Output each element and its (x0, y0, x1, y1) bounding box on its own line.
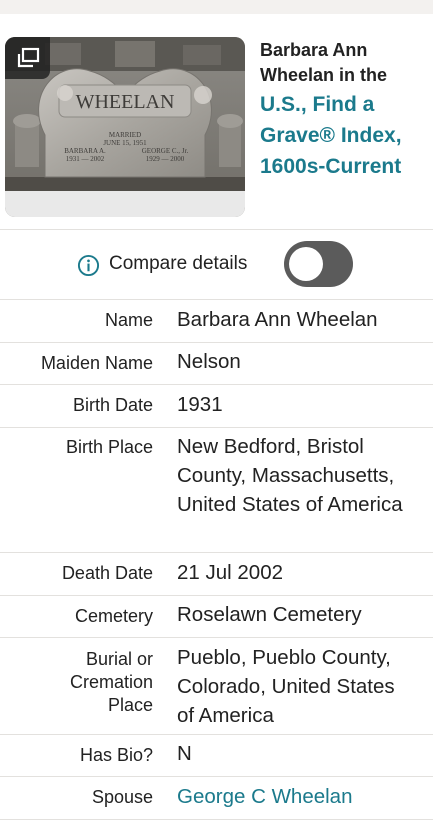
top-bar (0, 0, 433, 14)
detail-row-name: Name Barbara Ann Wheelan (0, 300, 433, 343)
detail-value: Nelson (177, 350, 241, 373)
detail-label: Birth Date (72, 395, 153, 415)
compare-details-toggle[interactable] (284, 241, 353, 287)
headstone-surname: WHEELAN (76, 91, 175, 113)
detail-label: Maiden Name (40, 353, 153, 373)
detail-value: Roselawn Cemetery (177, 603, 362, 626)
compare-details-label: Compare details (109, 253, 248, 274)
detail-value: 21 Jul 2002 (177, 561, 284, 584)
detail-row-birth-date: Birth Date 1931 (0, 385, 433, 428)
detail-value: 1931 (177, 393, 223, 416)
detail-label: Birth Place (65, 437, 153, 457)
detail-row-spouse: Spouse George C Wheelan (0, 777, 433, 820)
detail-row-cemetery: Cemetery Roselawn Cemetery (0, 596, 433, 638)
detail-value: New Bedford, Bristol County, Massachuset… (177, 435, 403, 516)
detail-row-has-bio: Has Bio? N (0, 735, 433, 777)
detail-label: Burial or Cremation Place (69, 649, 153, 715)
detail-value: Pueblo, Pueblo County, Colorado, United … (177, 646, 395, 727)
spouse-link[interactable]: George C Wheelan (177, 782, 417, 811)
detail-row-maiden-name: Maiden Name Nelson (0, 343, 433, 385)
compare-details-bar: Compare details (0, 230, 433, 300)
info-icon[interactable] (77, 254, 100, 277)
headstone-right-years: 1929 — 2000 (146, 155, 185, 163)
headstone-left-years: 1931 — 2002 (66, 155, 105, 163)
detail-label: Spouse (91, 787, 153, 807)
record-title-text: Barbara Ann Wheelan in the (260, 40, 388, 85)
detail-value: N (177, 742, 192, 765)
toggle-knob[interactable] (289, 247, 323, 281)
detail-label: Has Bio? (79, 745, 153, 765)
collection-link[interactable]: U.S., Find a Grave® Index, 1600s-Current (260, 89, 430, 182)
detail-value: Barbara Ann Wheelan (177, 308, 378, 331)
detail-label: Cemetery (74, 606, 153, 626)
detail-label: Death Date (61, 563, 153, 583)
detail-row-birth-place: Birth Place New Bedford, Bristol County,… (0, 428, 433, 553)
expand-image-button[interactable] (5, 37, 50, 79)
headstone-left-name: BARBARA A. (64, 147, 106, 155)
detail-row-death-date: Death Date 21 Jul 2002 (0, 553, 433, 596)
headstone-married: MARRIED (109, 131, 141, 139)
expand-icon (17, 47, 39, 68)
detail-row-burial-place: Burial or Cremation Place Pueblo, Pueblo… (0, 638, 433, 735)
headstone-right-name: GEORGE C., Jr. (142, 147, 189, 155)
record-title: Barbara Ann Wheelan in the U.S., Find a … (260, 38, 430, 182)
headstone-married-date: JUNE 15, 1951 (103, 139, 147, 147)
record-details-table: Name Barbara Ann Wheelan Maiden Name Nel… (0, 300, 433, 820)
detail-label: Name (104, 310, 153, 330)
